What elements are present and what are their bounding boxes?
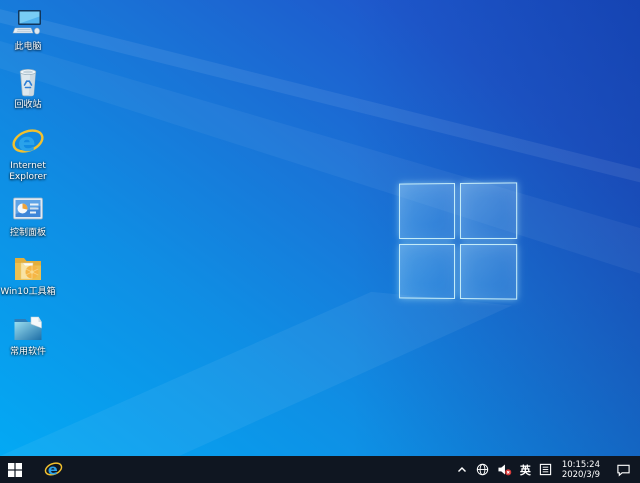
show-hidden-icons-button[interactable] bbox=[452, 456, 472, 483]
start-button[interactable] bbox=[0, 456, 30, 483]
action-center-button[interactable] bbox=[606, 456, 640, 483]
light-ray bbox=[0, 0, 640, 456]
light-ray bbox=[0, 0, 640, 456]
desktop-icon-label: Internet Explorer bbox=[0, 161, 56, 183]
chevron-up-icon bbox=[456, 464, 468, 476]
desktop-icon-label: 常用软件 bbox=[0, 347, 56, 358]
windows-logo-pane bbox=[399, 183, 455, 239]
control-panel-icon bbox=[11, 192, 45, 226]
globe-network-icon bbox=[476, 463, 489, 476]
ime-language-indicator[interactable]: 英 bbox=[516, 456, 535, 483]
desktop-icon-control-panel[interactable]: 控制面板 bbox=[0, 192, 56, 239]
taskbar: e bbox=[0, 456, 640, 483]
windows-logo-pane bbox=[460, 244, 517, 300]
notification-bubble-icon bbox=[616, 463, 631, 477]
windows-logo-pane bbox=[460, 182, 517, 238]
windows-start-icon bbox=[8, 463, 22, 477]
this-pc-icon bbox=[11, 6, 45, 40]
desktop-icon-win10-toolbox[interactable]: Win10工具箱 bbox=[0, 251, 56, 298]
internet-explorer-icon: e bbox=[44, 460, 63, 479]
desktop-icon-internet-explorer[interactable]: e Internet Explorer bbox=[0, 125, 56, 183]
clock-date: 2020/3/9 bbox=[562, 470, 600, 480]
taskbar-internet-explorer-button[interactable]: e bbox=[36, 456, 70, 483]
svg-text:e: e bbox=[18, 128, 36, 158]
desktop-icon-label: 此电脑 bbox=[0, 42, 56, 53]
volume-muted-button[interactable] bbox=[493, 456, 516, 483]
light-ray bbox=[0, 0, 640, 456]
desktop-icon-label: 回收站 bbox=[0, 100, 56, 111]
windows-logo-wallpaper bbox=[399, 182, 517, 299]
desktop-wallpaper[interactable]: 此电脑 回收站 bbox=[0, 0, 640, 456]
software-folder-icon bbox=[11, 311, 45, 345]
speaker-muted-icon bbox=[497, 463, 512, 476]
desktop-icon-common-software[interactable]: 常用软件 bbox=[0, 311, 56, 358]
clock-time: 10:15:24 bbox=[562, 460, 600, 470]
internet-explorer-icon: e bbox=[11, 125, 45, 159]
desktop-icon-recycle-bin[interactable]: 回收站 bbox=[0, 64, 56, 111]
ime-keyboard-icon bbox=[539, 463, 552, 476]
system-tray: 英 10:15:24 2020/3/9 bbox=[452, 456, 640, 483]
windows-logo-pane bbox=[399, 243, 455, 299]
toolbox-folder-icon bbox=[11, 251, 45, 285]
desktop-icon-label: 控制面板 bbox=[0, 228, 56, 239]
taskbar-clock[interactable]: 10:15:24 2020/3/9 bbox=[556, 456, 606, 483]
desktop-icon-label: Win10工具箱 bbox=[0, 287, 56, 298]
desktop-icon-this-pc[interactable]: 此电脑 bbox=[0, 6, 56, 53]
ime-mode-button[interactable] bbox=[535, 456, 556, 483]
recycle-bin-icon bbox=[11, 64, 45, 98]
svg-text:e: e bbox=[47, 463, 57, 479]
windows-desktop-screen: 此电脑 回收站 bbox=[0, 0, 640, 483]
network-status-button[interactable] bbox=[472, 456, 493, 483]
